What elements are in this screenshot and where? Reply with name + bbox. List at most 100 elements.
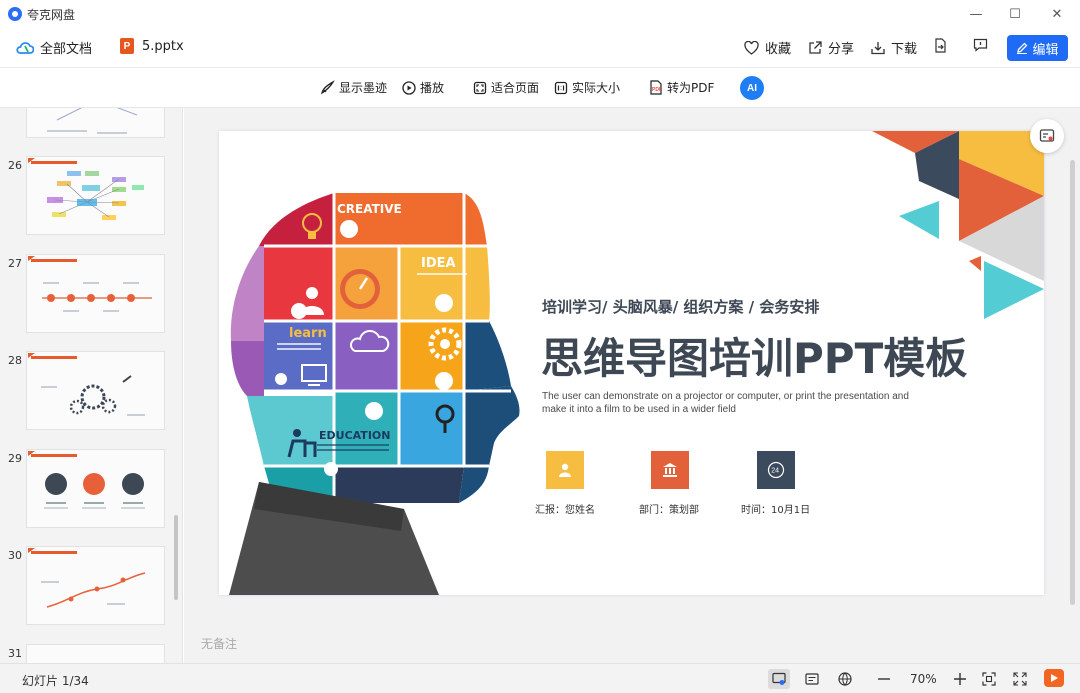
favorite-label: 收藏 xyxy=(765,42,792,57)
slide-number: 29 xyxy=(8,452,22,465)
minus-icon xyxy=(878,678,890,680)
sidebar-scrollbar[interactable] xyxy=(174,515,178,600)
show-ink-button[interactable]: 显示墨迹 xyxy=(320,79,387,96)
close-button[interactable]: ✕ xyxy=(1047,4,1067,24)
view-toolbar: 显示墨迹 播放 适合页面 实际大小 PDF 转为PDF xyxy=(0,68,1080,108)
clock-icon xyxy=(340,269,380,309)
share-label: 分享 xyxy=(828,42,855,57)
zoom-in-button[interactable] xyxy=(949,669,971,689)
idea-label: IDEA xyxy=(421,256,456,271)
pdf-icon: PDF xyxy=(650,80,662,95)
heart-icon xyxy=(744,40,759,55)
notes-area[interactable]: 无备注 xyxy=(201,635,237,652)
slide-number: 30 xyxy=(8,549,22,562)
svg-text:24: 24 xyxy=(771,468,779,475)
fit-screen-icon xyxy=(982,672,996,686)
app-title: 夸克网盘 xyxy=(27,8,76,22)
plus-icon xyxy=(954,673,966,685)
globe-icon xyxy=(838,672,852,686)
actual-size-button[interactable]: 实际大小 xyxy=(554,79,620,96)
favorite-button[interactable]: 收藏 xyxy=(744,38,791,57)
minimize-button[interactable]: — xyxy=(966,4,986,24)
feedback-button[interactable] xyxy=(973,38,994,52)
status-bar: 幻灯片 1/34 70% xyxy=(0,663,1080,693)
share-button[interactable]: 分享 xyxy=(808,38,854,57)
slide-title: 思维导图培训PPT模板 xyxy=(541,334,968,383)
thumbnail-mindmap-graphic xyxy=(47,108,138,134)
slide-number: 28 xyxy=(8,354,22,367)
zoom-level: 70% xyxy=(910,672,937,686)
show-ink-label: 显示墨迹 xyxy=(339,81,388,95)
play-icon xyxy=(1051,674,1058,682)
svg-text:PDF: PDF xyxy=(652,87,662,93)
file-name: 5.pptx xyxy=(142,38,184,54)
download-button[interactable]: 下载 xyxy=(871,38,917,57)
current-slide: CREATIVE IDEA learn EDUCATION 培训学习/ 头脑风暴… xyxy=(219,131,1044,595)
edit-button[interactable]: 编辑 xyxy=(1007,35,1068,61)
app-logo-icon xyxy=(8,7,22,21)
fit-page-button[interactable]: 适合页面 xyxy=(473,79,539,96)
download-label: 下载 xyxy=(891,42,918,57)
slideshow-play-button[interactable] xyxy=(1044,669,1064,687)
canvas-scrollbar[interactable] xyxy=(1070,160,1075,605)
fullscreen-button[interactable] xyxy=(1009,669,1031,689)
notes-view-button[interactable] xyxy=(801,669,823,689)
floating-tool-button[interactable] xyxy=(1030,119,1064,153)
fit-page-label: 适合页面 xyxy=(491,81,540,95)
slide-thumbnail[interactable] xyxy=(26,449,165,528)
bank-icon xyxy=(663,463,677,477)
ink-pen-icon xyxy=(320,80,335,95)
slide-thumbnail[interactable] xyxy=(26,546,165,625)
share-icon xyxy=(809,40,822,54)
presenter-label: 汇报：您姓名 xyxy=(535,505,595,516)
title-bar: 夸克网盘 — ☐ ✕ xyxy=(0,0,1080,28)
department-label: 部门：策划部 xyxy=(639,505,699,516)
normal-view-button[interactable] xyxy=(768,669,790,689)
fullscreen-icon xyxy=(1013,672,1027,686)
web-view-button[interactable] xyxy=(834,669,856,689)
thumbnail-timeline-graphic xyxy=(42,282,152,312)
slide-thumbnail-panel: 26 27 28 29 30 31 xyxy=(0,108,183,663)
notes-view-icon xyxy=(805,673,819,685)
ai-assistant-button[interactable]: AI xyxy=(740,76,764,100)
export-button[interactable] xyxy=(934,38,953,53)
thumbnail-gears-graphic xyxy=(41,375,145,416)
user-icon xyxy=(559,463,571,477)
pencil-icon xyxy=(1017,42,1028,54)
thumbnail-mindmap-graphic xyxy=(47,171,144,220)
slide-thumbnail[interactable] xyxy=(26,254,165,333)
all-docs-button[interactable]: 全部文档 xyxy=(16,38,92,57)
all-docs-label: 全部文档 xyxy=(40,42,93,57)
fit-width-button[interactable] xyxy=(978,669,1000,689)
actual-size-icon xyxy=(554,81,568,94)
convert-pdf-button[interactable]: PDF 转为PDF xyxy=(649,79,714,96)
slide-subtitle: 培训学习/ 头脑风暴/ 组织方案 / 会务安排 xyxy=(542,298,820,316)
file-tab[interactable]: P 5.pptx xyxy=(120,38,184,54)
learn-label: learn xyxy=(289,326,327,341)
normal-view-icon xyxy=(772,672,786,685)
slide-thumbnail[interactable] xyxy=(26,108,165,138)
education-label: EDUCATION xyxy=(319,429,390,442)
actual-size-label: 实际大小 xyxy=(572,81,621,95)
maximize-button[interactable]: ☐ xyxy=(1005,4,1025,24)
slide-thumbnail[interactable] xyxy=(26,644,165,663)
download-icon xyxy=(871,41,885,54)
zoom-out-button[interactable] xyxy=(873,669,895,689)
slide-number: 26 xyxy=(8,159,22,172)
date-label: 时间：10月1日 xyxy=(741,505,811,516)
thumbnail-path-graphic xyxy=(41,572,146,608)
slide-thumbnail[interactable] xyxy=(26,156,165,235)
convert-pdf-label: 转为PDF xyxy=(667,81,715,95)
pptx-file-icon: P xyxy=(120,38,134,54)
screen-record-icon xyxy=(1039,129,1055,142)
clock-24-icon: 24 xyxy=(767,461,785,479)
play-circle-icon xyxy=(402,80,416,95)
department-info-box xyxy=(651,451,689,489)
slide-number: 27 xyxy=(8,257,22,270)
play-button[interactable]: 播放 xyxy=(402,79,444,96)
slide-thumbnail[interactable] xyxy=(26,351,165,430)
export-file-icon xyxy=(935,38,946,53)
file-bar: 全部文档 P 5.pptx 收藏 分享 下载 编辑 xyxy=(0,28,1080,68)
fit-page-icon xyxy=(473,81,487,94)
presenter-info-box xyxy=(546,451,584,489)
